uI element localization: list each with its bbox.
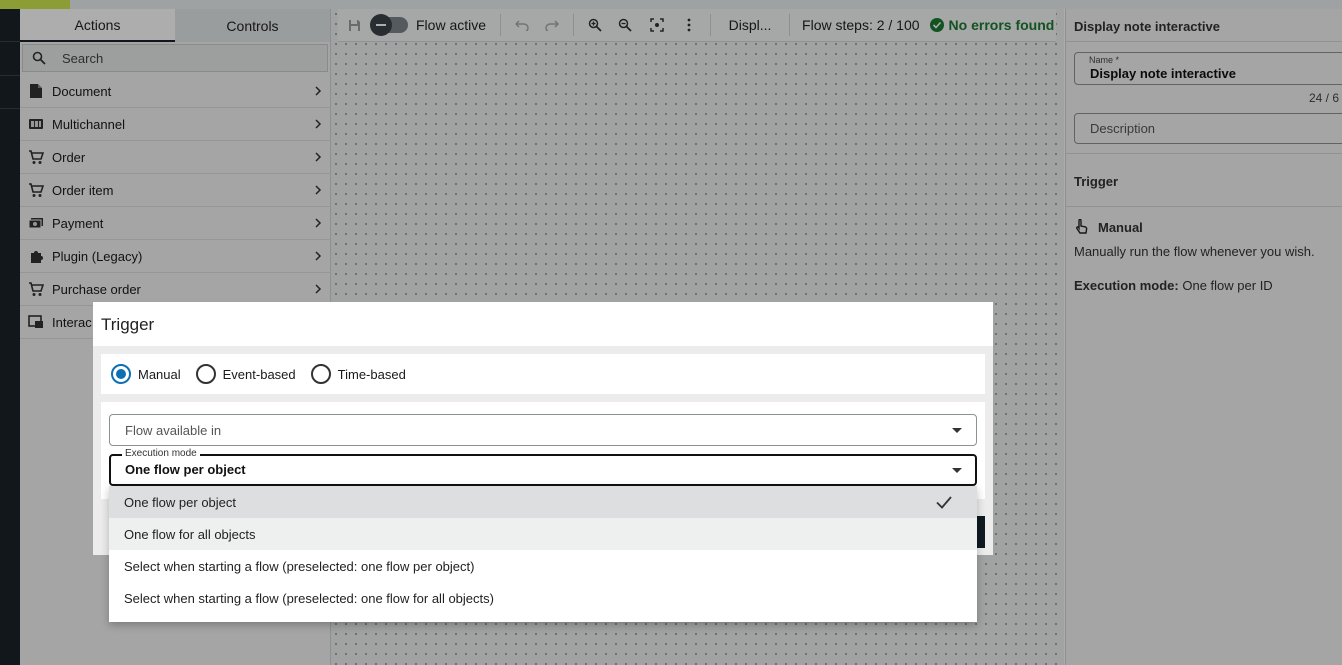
- check-icon: [936, 496, 952, 509]
- execution-mode-select[interactable]: Execution mode One flow per object: [109, 448, 977, 486]
- select-label: Execution mode: [122, 448, 200, 459]
- radio-manual[interactable]: Manual: [111, 364, 181, 384]
- menu-option-label: One flow per object: [124, 494, 237, 510]
- radio-checked-icon: [111, 364, 131, 384]
- select-value: One flow per object: [125, 462, 246, 477]
- execution-mode-menu: One flow per object One flow for all obj…: [109, 486, 977, 622]
- menu-option-label: One flow for all objects: [124, 526, 256, 542]
- radio-unchecked-icon: [195, 364, 216, 384]
- menu-option-label: Select when starting a flow (preselected…: [124, 590, 494, 606]
- menu-option-one-flow-per-object[interactable]: One flow per object: [109, 486, 977, 518]
- menu-option-one-flow-for-all[interactable]: One flow for all objects: [109, 518, 977, 550]
- trigger-type-radio-group: Manual Event-based Time-based: [101, 354, 985, 394]
- radio-time-based[interactable]: Time-based: [310, 364, 406, 384]
- radio-unchecked-icon: [310, 364, 331, 384]
- radio-label: Manual: [138, 366, 181, 382]
- caret-down-icon: [952, 428, 962, 433]
- caret-down-icon: [952, 468, 962, 473]
- trigger-form: Flow available in Execution mode One flo…: [101, 402, 985, 499]
- menu-option-select-per-object[interactable]: Select when starting a flow (preselected…: [109, 550, 977, 582]
- menu-option-label: Select when starting a flow (preselected…: [124, 558, 475, 574]
- menu-option-select-all-objects[interactable]: Select when starting a flow (preselected…: [109, 582, 977, 614]
- dialog-header: Trigger: [93, 302, 993, 346]
- dialog-title: Trigger: [101, 315, 155, 334]
- radio-label: Time-based: [337, 366, 406, 382]
- select-placeholder: Flow available in: [125, 423, 222, 438]
- radio-label: Event-based: [222, 366, 296, 382]
- radio-event-based[interactable]: Event-based: [195, 364, 296, 384]
- flow-available-in-select[interactable]: Flow available in: [109, 414, 977, 446]
